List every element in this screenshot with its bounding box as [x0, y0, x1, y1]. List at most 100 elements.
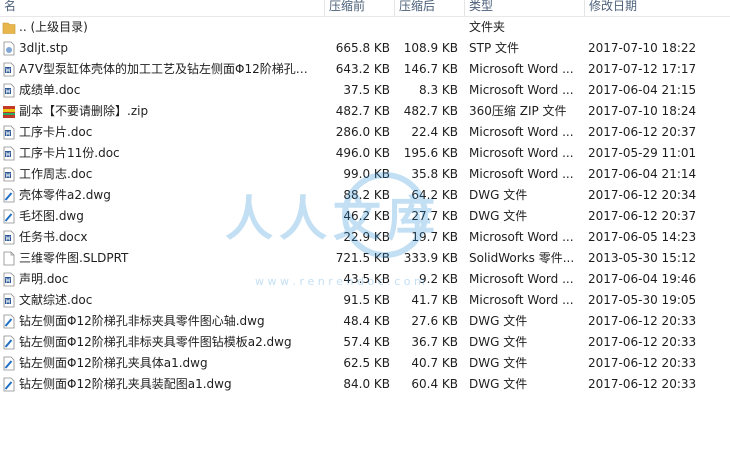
file-row[interactable]: A7V型泵缸体壳体的加工工艺及钻左侧面Φ12阶梯孔夹... 643.2 KB 1… — [0, 59, 730, 80]
word-doc-icon — [2, 83, 16, 98]
file-name-cell: 3dljt.stp — [0, 38, 324, 59]
file-row[interactable]: 钻左侧面Φ12阶梯孔非标夹具零件图钻模板a2.dwg 57.4 KB 36.7 … — [0, 332, 730, 353]
file-name-cell: 成绩单.doc — [0, 80, 324, 101]
blank-file-icon — [2, 251, 16, 266]
file-type: Microsoft Word ... — [469, 272, 574, 286]
file-type: STP 文件 — [469, 41, 519, 55]
original-size: 496.0 KB — [335, 146, 390, 160]
file-name: 任务书.docx — [19, 230, 88, 244]
file-row[interactable]: 壳体零件a2.dwg 88.2 KB 64.2 KB DWG 文件 2017-0… — [0, 185, 730, 206]
file-name-cell: 钻左侧面Φ12阶梯孔非标夹具零件图钻模板a2.dwg — [0, 332, 324, 353]
file-name: 钻左侧面Φ12阶梯孔夹具装配图a1.dwg — [19, 377, 232, 391]
file-type: DWG 文件 — [469, 188, 528, 202]
compressed-size: 9.2 KB — [419, 272, 458, 286]
modified-date: 2017-06-04 19:46 — [588, 272, 697, 286]
modified-date: 2017-06-04 21:14 — [588, 167, 697, 181]
column-header-type[interactable]: 类型 — [464, 0, 584, 16]
file-name: 毛坯图.dwg — [19, 209, 84, 223]
word-doc-icon — [2, 62, 16, 77]
file-name-cell: 三维零件图.SLDPRT — [0, 248, 324, 269]
file-name-cell: 任务书.docx — [0, 227, 324, 248]
file-type: Microsoft Word ... — [469, 125, 574, 139]
file-type: 360压缩 ZIP 文件 — [469, 104, 567, 118]
column-header-date[interactable]: 修改日期 — [584, 0, 730, 16]
file-type: Microsoft Word ... — [469, 62, 574, 76]
file-name: .. (上级目录) — [19, 20, 88, 34]
word-doc-icon — [2, 230, 16, 245]
word-doc-icon — [2, 167, 16, 182]
file-row[interactable]: 钻左侧面Φ12阶梯孔夹具体a1.dwg 62.5 KB 40.7 KB DWG … — [0, 353, 730, 374]
modified-date: 2017-06-12 20:34 — [588, 188, 697, 202]
file-name-cell: 文献综述.doc — [0, 290, 324, 311]
file-type: 文件夹 — [469, 20, 506, 34]
file-row[interactable]: 工作周志.doc 99.0 KB 35.8 KB Microsoft Word … — [0, 164, 730, 185]
modified-date: 2017-07-10 18:22 — [588, 41, 697, 55]
original-size — [326, 17, 390, 38]
file-row[interactable]: 任务书.docx 22.9 KB 19.7 KB Microsoft Word … — [0, 227, 730, 248]
file-row[interactable]: 工序卡片11份.doc 496.0 KB 195.6 KB Microsoft … — [0, 143, 730, 164]
dwg-file-icon — [2, 314, 16, 329]
column-header-compressed[interactable]: 压缩前 — [324, 0, 394, 16]
file-type: Microsoft Word ... — [469, 167, 574, 181]
file-row[interactable]: 3dljt.stp 665.8 KB 108.9 KB STP 文件 2017-… — [0, 38, 730, 59]
file-type: DWG 文件 — [469, 356, 528, 370]
stp-file-icon — [2, 41, 16, 56]
file-name-cell: 毛坯图.dwg — [0, 206, 324, 227]
compressed-size — [394, 17, 458, 38]
original-size: 57.4 KB — [343, 335, 390, 349]
original-size: 482.7 KB — [335, 104, 390, 118]
file-name-cell: 壳体零件a2.dwg — [0, 185, 324, 206]
file-row[interactable]: 工序卡片.doc 286.0 KB 22.4 KB Microsoft Word… — [0, 122, 730, 143]
compressed-size: 146.7 KB — [403, 62, 458, 76]
file-row[interactable]: 三维零件图.SLDPRT 721.5 KB 333.9 KB SolidWork… — [0, 248, 730, 269]
compressed-size: 108.9 KB — [403, 41, 458, 55]
file-row[interactable]: 文献综述.doc 91.5 KB 41.7 KB Microsoft Word … — [0, 290, 730, 311]
file-type: Microsoft Word ... — [469, 293, 574, 307]
column-header-name[interactable]: 名 — [0, 0, 324, 16]
file-name-cell: 钻左侧面Φ12阶梯孔夹具装配图a1.dwg — [0, 374, 324, 395]
word-doc-icon — [2, 146, 16, 161]
modified-date: 2017-06-12 20:37 — [588, 125, 697, 139]
file-name: 壳体零件a2.dwg — [19, 188, 111, 202]
file-row[interactable]: 钻左侧面Φ12阶梯孔非标夹具零件图心轴.dwg 48.4 KB 27.6 KB … — [0, 311, 730, 332]
file-type: DWG 文件 — [469, 335, 528, 349]
file-name-cell: 钻左侧面Φ12阶梯孔夹具体a1.dwg — [0, 353, 324, 374]
file-name: 工作周志.doc — [19, 167, 93, 181]
file-name-cell: 工序卡片.doc — [0, 122, 324, 143]
compressed-size: 482.7 KB — [403, 104, 458, 118]
file-row[interactable]: 声明.doc 43.5 KB 9.2 KB Microsoft Word ...… — [0, 269, 730, 290]
file-row[interactable]: 成绩单.doc 37.5 KB 8.3 KB Microsoft Word ..… — [0, 80, 730, 101]
file-type: DWG 文件 — [469, 209, 528, 223]
file-type: Microsoft Word ... — [469, 146, 574, 160]
dwg-file-icon — [2, 209, 16, 224]
file-row[interactable]: 毛坯图.dwg 46.2 KB 27.7 KB DWG 文件 2017-06-1… — [0, 206, 730, 227]
file-row[interactable]: 副本【不要请删除】.zip 482.7 KB 482.7 KB 360压缩 ZI… — [0, 101, 730, 122]
file-row[interactable]: 钻左侧面Φ12阶梯孔夹具装配图a1.dwg 84.0 KB 60.4 KB DW… — [0, 374, 730, 395]
compressed-size: 35.8 KB — [411, 167, 458, 181]
compressed-size: 333.9 KB — [403, 251, 458, 265]
modified-date: 2017-06-05 14:23 — [588, 230, 697, 244]
original-size: 84.0 KB — [343, 377, 390, 391]
file-type: DWG 文件 — [469, 314, 528, 328]
original-size: 88.2 KB — [343, 188, 390, 202]
file-name-cell: 声明.doc — [0, 269, 324, 290]
file-name: 三维零件图.SLDPRT — [19, 251, 129, 265]
compressed-size: 19.7 KB — [411, 230, 458, 244]
file-type: DWG 文件 — [469, 377, 528, 391]
original-size: 22.9 KB — [343, 230, 390, 244]
compressed-size: 27.7 KB — [411, 209, 458, 223]
column-header-size[interactable]: 压缩后 — [394, 0, 464, 16]
zip-archive-icon — [2, 104, 16, 119]
file-name: 工序卡片.doc — [19, 125, 93, 139]
dwg-file-icon — [2, 188, 16, 203]
compressed-size: 8.3 KB — [419, 83, 458, 97]
file-row[interactable]: .. (上级目录) 文件夹 — [0, 17, 730, 38]
modified-date: 2017-06-12 20:33 — [588, 356, 697, 370]
original-size: 665.8 KB — [335, 41, 390, 55]
file-name: 副本【不要请删除】.zip — [19, 104, 149, 118]
dwg-file-icon — [2, 356, 16, 371]
file-type: SolidWorks 零件... — [469, 251, 575, 265]
word-doc-icon — [2, 293, 16, 308]
compressed-size: 64.2 KB — [411, 188, 458, 202]
modified-date: 2017-05-29 11:01 — [588, 146, 697, 160]
